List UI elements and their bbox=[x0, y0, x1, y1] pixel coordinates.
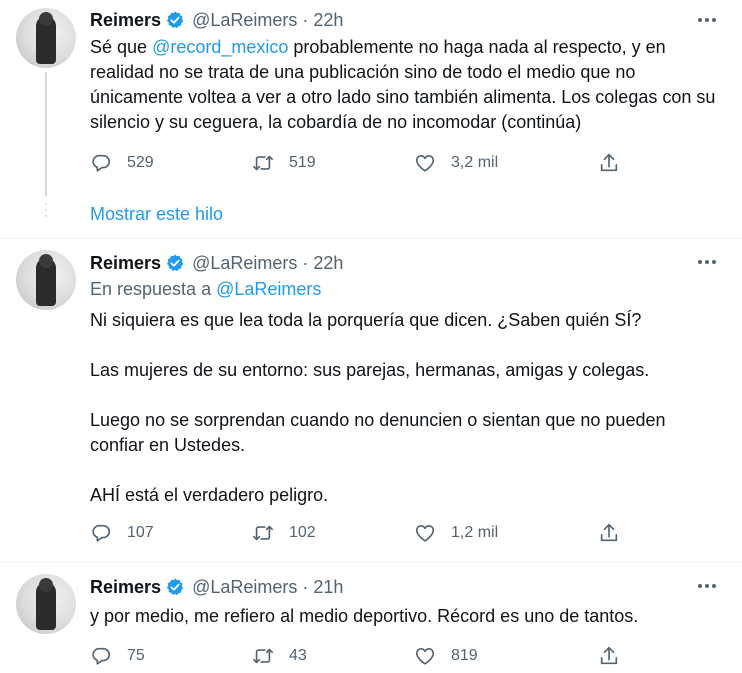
paragraph: Ni siquiera es que lea toda la porquería… bbox=[90, 310, 642, 330]
paragraph: Las mujeres de su entorno: sus parejas, … bbox=[90, 360, 650, 380]
share-icon bbox=[598, 645, 620, 667]
reply-count: 529 bbox=[127, 154, 154, 171]
reply-count: 107 bbox=[127, 524, 154, 541]
retweet-icon bbox=[252, 522, 274, 544]
show-thread-link[interactable]: Mostrar este hilo bbox=[90, 202, 223, 226]
tweet-2[interactable]: Reimers @LaReimers · 22h En respuesta a … bbox=[0, 239, 742, 559]
handle[interactable]: @LaReimers bbox=[192, 10, 297, 30]
retweet-count: 43 bbox=[289, 647, 307, 664]
reply-count: 75 bbox=[127, 647, 145, 664]
retweet-count: 519 bbox=[289, 154, 316, 171]
action-bar: 75 43 819 bbox=[90, 644, 630, 668]
action-bar: 529 519 3,2 mil bbox=[90, 151, 630, 175]
share-button[interactable] bbox=[598, 521, 635, 545]
avatar[interactable] bbox=[16, 574, 76, 634]
more-icon[interactable] bbox=[698, 18, 720, 24]
more-icon[interactable] bbox=[698, 584, 720, 590]
retweet-button[interactable]: 102 bbox=[252, 521, 316, 545]
like-button[interactable]: 1,2 mil bbox=[414, 521, 498, 545]
mention-link[interactable]: @record_mexico bbox=[152, 37, 288, 57]
tweet-header: Reimers @LaReimers · 22h bbox=[90, 8, 343, 32]
separator: · bbox=[302, 10, 309, 30]
display-name[interactable]: Reimers bbox=[90, 253, 161, 273]
retweet-count: 102 bbox=[289, 524, 316, 541]
tweet-text: y por medio, me refiero al medio deporti… bbox=[90, 604, 720, 629]
separator: · bbox=[302, 253, 309, 273]
tweet-text: Sé que @record_mexico probablemente no h… bbox=[90, 35, 720, 135]
retweet-icon bbox=[252, 152, 274, 174]
reply-icon bbox=[90, 152, 112, 174]
share-button[interactable] bbox=[598, 644, 635, 668]
more-icon[interactable] bbox=[698, 260, 720, 266]
timestamp[interactable]: 22h bbox=[313, 253, 343, 273]
like-count: 819 bbox=[451, 647, 478, 664]
handle[interactable]: @LaReimers bbox=[192, 253, 297, 273]
paragraph: Luego no se sorprendan cuando no denunci… bbox=[90, 410, 666, 455]
tweet-header: Reimers @LaReimers · 21h bbox=[90, 575, 343, 599]
paragraph: AHÍ está el verdadero peligro. bbox=[90, 485, 329, 505]
share-icon bbox=[598, 522, 620, 544]
reply-prefix: En respuesta a bbox=[90, 279, 217, 299]
tweet-text-start: Sé que bbox=[90, 37, 153, 57]
separator: · bbox=[302, 577, 309, 597]
avatar[interactable] bbox=[16, 250, 76, 310]
tweet-3[interactable]: Reimers @LaReimers · 21h y por medio, me… bbox=[0, 563, 742, 673]
like-button[interactable]: 3,2 mil bbox=[414, 151, 498, 175]
share-button[interactable] bbox=[598, 151, 635, 175]
handle[interactable]: @LaReimers bbox=[192, 577, 297, 597]
reply-handle-link[interactable]: @LaReimers bbox=[216, 279, 321, 299]
reply-button[interactable]: 75 bbox=[90, 644, 145, 668]
reply-icon bbox=[90, 645, 112, 667]
like-icon bbox=[414, 645, 436, 667]
like-icon bbox=[414, 152, 436, 174]
verified-badge-icon bbox=[165, 10, 185, 30]
verified-badge-icon bbox=[165, 577, 185, 597]
verified-badge-icon bbox=[165, 253, 185, 273]
tweet-header: Reimers @LaReimers · 22h bbox=[90, 251, 343, 275]
action-bar: 107 102 1,2 mil bbox=[90, 521, 630, 545]
timestamp[interactable]: 22h bbox=[313, 10, 343, 30]
reply-icon bbox=[90, 522, 112, 544]
reply-button[interactable]: 529 bbox=[90, 151, 154, 175]
avatar[interactable] bbox=[16, 8, 76, 68]
reply-context: En respuesta a @LaReimers bbox=[90, 279, 321, 300]
display-name[interactable]: Reimers bbox=[90, 10, 161, 30]
like-count: 3,2 mil bbox=[451, 154, 499, 171]
retweet-icon bbox=[252, 645, 274, 667]
reply-button[interactable]: 107 bbox=[90, 521, 154, 545]
tweet-text-content: y por medio, me refiero al medio deporti… bbox=[90, 606, 639, 626]
thread-connector bbox=[45, 72, 47, 196]
share-icon bbox=[598, 152, 620, 174]
like-button[interactable]: 819 bbox=[414, 644, 478, 668]
retweet-button[interactable]: 519 bbox=[252, 151, 316, 175]
tweet-text: Ni siquiera es que lea toda la porquería… bbox=[90, 308, 720, 508]
thread-dots bbox=[44, 203, 48, 221]
display-name[interactable]: Reimers bbox=[90, 577, 161, 597]
timestamp[interactable]: 21h bbox=[313, 577, 343, 597]
retweet-button[interactable]: 43 bbox=[252, 644, 307, 668]
tweet-1[interactable]: Reimers @LaReimers · 22h Sé que @record_… bbox=[0, 0, 742, 200]
like-count: 1,2 mil bbox=[451, 524, 499, 541]
like-icon bbox=[414, 522, 436, 544]
